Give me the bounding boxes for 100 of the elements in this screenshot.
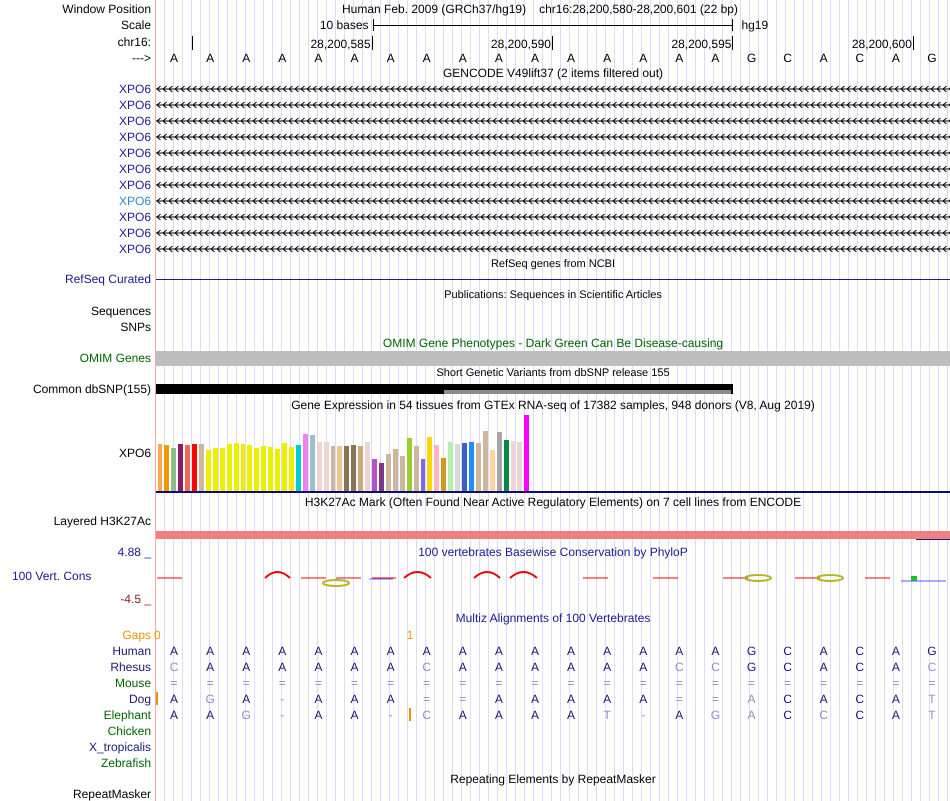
alignment-base: A <box>206 661 214 673</box>
gap-count: 1 <box>406 629 414 641</box>
alignment-base: A <box>530 709 539 721</box>
gene-label[interactable]: XPO6 <box>118 195 151 207</box>
alignment-base: G <box>746 661 756 673</box>
coordinate-tick: 28,200,585 <box>310 36 373 50</box>
alignment-base: C <box>855 645 864 657</box>
alignment-base: - <box>280 693 284 705</box>
alignment-base: C <box>783 661 792 673</box>
gene-label[interactable]: XPO6 <box>118 131 151 143</box>
alignment-base: A <box>892 645 900 657</box>
alignment-base: A <box>567 693 576 705</box>
gene-label[interactable]: XPO6 <box>118 211 151 223</box>
alignment-base: A <box>603 693 612 705</box>
assembly-text: Human Feb. 2009 (GRCh37/hg19) <box>342 2 526 14</box>
scale-text: 10 bases <box>318 19 370 31</box>
base-letter: A <box>638 52 648 64</box>
track-title: OMIM Gene Phenotypes - Dark Green Can Be Disease-causing <box>382 336 724 348</box>
alignment-base: = <box>242 677 250 689</box>
species-label[interactable]: Zebrafish <box>100 757 151 769</box>
base-letter: A <box>494 52 504 64</box>
track-label[interactable]: RefSeq Curated <box>64 273 151 285</box>
alignment-base: A <box>603 645 612 657</box>
alignment-base: = <box>459 677 466 689</box>
alignment-base: A <box>242 693 250 705</box>
alignment-base: A <box>603 661 612 673</box>
alignment-base: A <box>314 693 322 705</box>
alignment-base: = <box>531 677 538 689</box>
species-label[interactable]: X_tropicalis <box>88 741 151 753</box>
alignment-base: A <box>747 693 756 705</box>
alignment-base: C <box>819 709 828 721</box>
alignment-base: = <box>495 677 502 689</box>
species-label[interactable]: Mouse <box>114 677 151 689</box>
alignment-base: A <box>242 661 250 673</box>
alignment-base: = <box>748 677 755 689</box>
alignment-base: = <box>676 677 683 689</box>
base-letter: A <box>602 52 612 64</box>
alignment-base: = <box>568 677 575 689</box>
alignment-base: G <box>927 645 937 657</box>
track-label[interactable]: OMIM Genes <box>80 352 151 364</box>
alignment-base: A <box>494 645 503 657</box>
alignment-base: A <box>458 709 467 721</box>
track-label[interactable]: XPO6 <box>118 447 151 459</box>
track-label[interactable]: Common dbSNP(155) <box>32 383 151 395</box>
track-label[interactable]: RepeatMasker <box>72 788 151 800</box>
gene-label[interactable]: XPO6 <box>118 179 151 191</box>
track-label[interactable]: SNPs <box>120 321 151 333</box>
species-label[interactable]: Rhesus <box>110 661 151 673</box>
alignment-base: T <box>928 709 936 721</box>
alignment-base: T <box>928 693 936 705</box>
base-letter: A <box>710 52 720 64</box>
alignment-base: A <box>206 709 214 721</box>
alignment-base: A <box>458 645 467 657</box>
alignment-base: A <box>494 709 503 721</box>
alignment-base: - <box>641 709 646 721</box>
alignment-base: A <box>386 661 395 673</box>
alignment-base: A <box>242 645 250 657</box>
gene-label[interactable]: XPO6 <box>118 147 151 159</box>
alignment-base: A <box>820 645 828 657</box>
alignment-base: C <box>783 709 792 721</box>
track-label[interactable]: Sequences <box>90 305 151 317</box>
gene-label[interactable]: XPO6 <box>118 83 151 95</box>
alignment-base: = <box>676 693 683 705</box>
gene-label[interactable]: XPO6 <box>118 243 151 255</box>
alignment-base: = <box>856 677 864 689</box>
alignment-base: = <box>459 693 466 705</box>
alignment-base: A <box>206 645 214 657</box>
gene-label[interactable]: XPO6 <box>118 227 151 239</box>
alignment-base: G <box>205 693 215 705</box>
alignment-base: = <box>423 693 430 705</box>
alignment-base: G <box>710 709 720 721</box>
alignment-base: A <box>567 645 576 657</box>
alignment-base: = <box>206 677 214 689</box>
alignment-base: C <box>928 661 936 673</box>
alignment-base: A <box>675 709 684 721</box>
alignment-base: = <box>604 677 611 689</box>
gene-label[interactable]: XPO6 <box>118 163 151 175</box>
alignment-base: A <box>820 661 828 673</box>
alignment-base: A <box>170 645 178 657</box>
alignment-base: A <box>494 661 503 673</box>
alignment-base: G <box>746 645 756 657</box>
base-letter: A <box>313 52 324 64</box>
gene-label[interactable]: XPO6 <box>118 115 151 127</box>
species-label[interactable]: Dog <box>128 693 151 705</box>
species-label[interactable]: Human <box>112 645 151 657</box>
track-label[interactable]: 100 Vert. Cons <box>0 570 92 582</box>
track-label[interactable]: Layered H3K27Ac <box>54 514 151 526</box>
assembly-db-text: hg19 <box>740 19 770 31</box>
alignment-base: A <box>494 693 503 705</box>
species-label[interactable]: Chicken <box>108 725 151 737</box>
alignment-base: C <box>855 693 864 705</box>
alignment-base: A <box>350 709 358 721</box>
species-label[interactable]: Elephant <box>104 709 151 721</box>
alignment-base: A <box>892 693 900 705</box>
gene-label[interactable]: XPO6 <box>118 99 151 111</box>
alignment-base: C <box>855 661 864 673</box>
alignment-base: = <box>928 677 936 689</box>
alignment-base: C <box>422 661 431 673</box>
alignment-base: C <box>783 693 792 705</box>
alignment-base: A <box>422 645 431 657</box>
